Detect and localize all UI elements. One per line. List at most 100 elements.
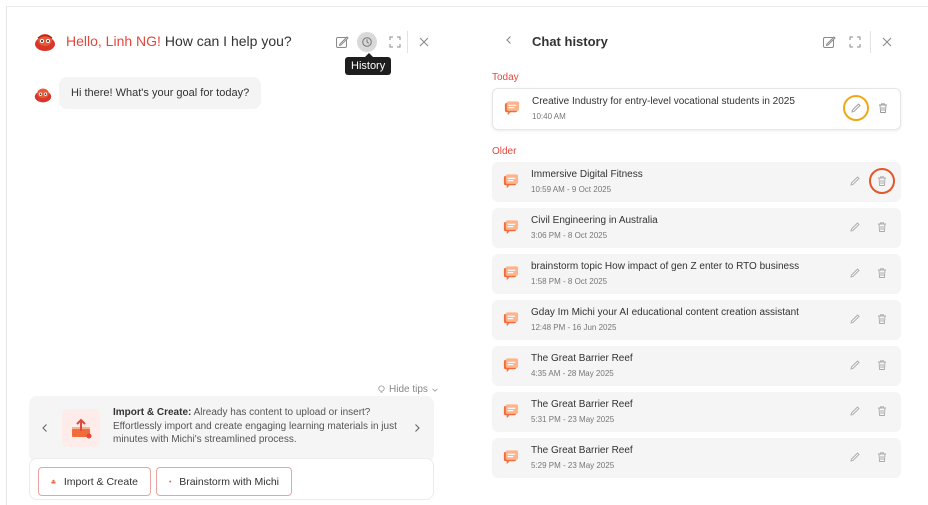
assistant-message: Hi there! What's your goal for today?: [59, 77, 262, 109]
delete-button[interactable]: [875, 404, 889, 418]
michi-avatar-icon: [35, 34, 55, 51]
history-header-divider: [870, 31, 871, 53]
chat-bubble-icon: [503, 312, 519, 327]
chat-item-time: 3:06 PM - 8 Oct 2025: [531, 231, 608, 240]
tip-title: Import & Create:: [113, 407, 192, 418]
greeting-heading: Hello, Linh NG! How can I help you?: [66, 33, 292, 49]
history-tooltip: History: [345, 53, 392, 75]
delete-button[interactable]: [876, 101, 890, 115]
expand-icon: [849, 36, 861, 48]
quick-actions-bar: Import & Create Brainstorm with Michi: [29, 458, 434, 500]
chat-item-time: 10:59 AM - 9 Oct 2025: [531, 185, 612, 194]
greeting-name: Hello, Linh NG!: [66, 33, 161, 49]
chat-item[interactable]: The Great Barrier Reef 4:35 AM - 28 May …: [492, 346, 901, 386]
chat-bubble-icon: [503, 266, 519, 281]
delete-button[interactable]: [875, 312, 889, 326]
assistant-header: Hello, Linh NG! How can I help you? Hist…: [7, 7, 464, 75]
trash-icon: [878, 222, 886, 232]
import-create-label: Import & Create: [63, 475, 138, 488]
close-icon: [882, 37, 892, 47]
close-button[interactable]: [416, 34, 432, 50]
chat-bubble-icon: [503, 404, 519, 419]
chat-item[interactable]: brainstorm topic How impact of gen Z ent…: [492, 254, 901, 294]
chat-item[interactable]: Gday Im Michi your AI educational conten…: [492, 300, 901, 340]
chat-item-time: 5:29 PM - 23 May 2025: [531, 461, 615, 470]
chat-item-title: Creative Industry for entry-level vocati…: [532, 96, 795, 107]
expand-button[interactable]: [387, 34, 403, 50]
chat-item-title: brainstorm topic How impact of gen Z ent…: [531, 261, 800, 272]
hide-tips-toggle[interactable]: Hide tips: [377, 384, 439, 395]
hide-tips-label: Hide tips: [389, 384, 428, 395]
tip-prev-button[interactable]: [37, 420, 53, 436]
delete-button[interactable]: [875, 220, 889, 234]
back-button[interactable]: [501, 32, 517, 48]
tip-next-button[interactable]: [409, 420, 425, 436]
chat-item[interactable]: The Great Barrier Reef 5:31 PM - 23 May …: [492, 392, 901, 432]
close-icon: [419, 37, 429, 47]
delete-button[interactable]: [875, 266, 889, 280]
chat-item-time: 4:35 AM - 28 May 2025: [531, 369, 614, 378]
chat-item-title: Immersive Digital Fitness: [531, 169, 643, 180]
tip-card: Import & Create: Already has content to …: [29, 396, 434, 462]
edit-square-icon: [336, 36, 349, 48]
pencil-icon: [851, 103, 861, 113]
section-label-older: Older: [492, 146, 517, 157]
pencil-icon: [850, 360, 860, 370]
edit-square-icon: [823, 36, 836, 48]
import-create-button[interactable]: Import & Create: [38, 467, 151, 496]
chat-item-title: Gday Im Michi your AI educational conten…: [531, 307, 799, 318]
rename-button[interactable]: [848, 220, 862, 234]
delete-button[interactable]: [875, 174, 889, 188]
chat-item[interactable]: Civil Engineering in Australia 3:06 PM -…: [492, 208, 901, 248]
chat-bubble-icon: [503, 358, 519, 373]
brainstorm-button[interactable]: Brainstorm with Michi: [156, 467, 292, 496]
chevron-down-icon: [432, 388, 438, 392]
trash-icon: [878, 452, 886, 462]
pencil-icon: [850, 222, 860, 232]
chat-bubble-icon: [503, 220, 519, 235]
rename-button[interactable]: [848, 266, 862, 280]
lightbulb-icon: [378, 385, 385, 393]
chat-item-time: 5:31 PM - 23 May 2025: [531, 415, 615, 424]
rename-button[interactable]: [848, 312, 862, 326]
tip-illustration: [62, 409, 100, 447]
upload-icon: [51, 479, 56, 484]
history-button[interactable]: [357, 32, 377, 52]
rename-button[interactable]: [848, 404, 862, 418]
trash-icon: [878, 268, 886, 278]
rename-button[interactable]: [848, 174, 862, 188]
chat-bubble-icon: [504, 101, 520, 116]
chat-bubble-icon: [503, 174, 519, 189]
rename-button[interactable]: [848, 450, 862, 464]
chat-item-title: The Great Barrier Reef: [531, 399, 633, 410]
new-chat-button[interactable]: [334, 34, 350, 50]
history-expand-button[interactable]: [847, 34, 863, 50]
chat-item-time: 12:48 PM - 16 Jun 2025: [531, 323, 617, 332]
pencil-icon: [850, 406, 860, 416]
upload-box-icon: [72, 418, 92, 439]
rename-button[interactable]: [848, 358, 862, 372]
trash-icon: [878, 314, 886, 324]
michi-icon: [169, 480, 172, 483]
history-close-button[interactable]: [879, 34, 895, 50]
pencil-icon: [850, 314, 860, 324]
delete-button[interactable]: [875, 450, 889, 464]
greeting-text: How can I help you?: [160, 33, 292, 49]
trash-icon: [878, 176, 886, 186]
expand-icon: [389, 36, 401, 48]
chat-item-time: 1:58 PM - 8 Oct 2025: [531, 277, 608, 286]
section-label-today: Today: [492, 72, 519, 83]
chat-item[interactable]: The Great Barrier Reef 5:29 PM - 23 May …: [492, 438, 901, 478]
rename-button[interactable]: [849, 101, 863, 115]
history-clock-icon: [362, 37, 372, 47]
chat-bubble-icon: [503, 450, 519, 465]
chat-item[interactable]: Immersive Digital Fitness 10:59 AM - 9 O…: [492, 162, 901, 202]
history-new-chat-button[interactable]: [821, 34, 837, 50]
chat-item[interactable]: Creative Industry for entry-level vocati…: [492, 88, 901, 130]
chevron-right-icon: [415, 424, 420, 432]
trash-icon: [878, 360, 886, 370]
delete-button[interactable]: [875, 358, 889, 372]
pencil-icon: [850, 452, 860, 462]
pencil-icon: [850, 268, 860, 278]
chat-item-title: Civil Engineering in Australia: [531, 215, 658, 226]
